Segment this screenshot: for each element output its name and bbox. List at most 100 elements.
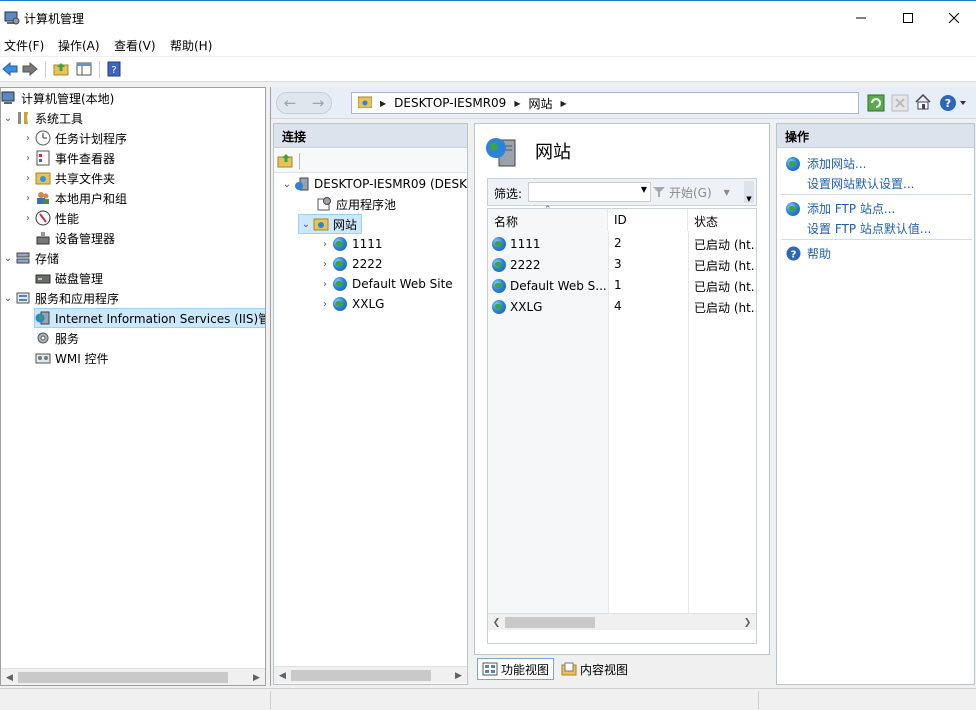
breadcrumb-arrow-icon[interactable]: ▶: [380, 99, 386, 108]
tree-storage[interactable]: ⌄ 存储: [1, 248, 59, 268]
tree-system-tools[interactable]: ⌄ 系统工具: [1, 108, 83, 128]
chevron-right-icon[interactable]: ›: [21, 133, 35, 144]
chevron-right-icon[interactable]: ›: [318, 279, 332, 290]
back-arrow-icon[interactable]: [0, 60, 20, 78]
table-row[interactable]: XXLG 4 已启动 (ht...: [488, 296, 756, 317]
tree-task-scheduler[interactable]: › 任务计划程序: [21, 128, 127, 148]
column-header-status[interactable]: 状态: [688, 209, 756, 231]
scroll-right-icon[interactable]: ▶: [450, 667, 467, 684]
filter-input[interactable]: ▼: [528, 182, 651, 202]
connections-horizontal-scrollbar[interactable]: ◀ ▶: [274, 666, 467, 683]
server-icon: [294, 176, 310, 192]
breadcrumb-machine[interactable]: DESKTOP-IESMR09: [394, 96, 506, 110]
conn-site-item[interactable]: › 2222: [318, 254, 383, 274]
chevron-right-icon[interactable]: ›: [318, 239, 332, 250]
tree-wmi[interactable]: WMI 控件: [35, 348, 109, 368]
scroll-left-icon[interactable]: ◀: [274, 667, 291, 684]
breadcrumb-arrow-icon[interactable]: ▶: [560, 99, 566, 108]
table-row[interactable]: 1111 2 已启动 (ht...: [488, 233, 756, 254]
column-header-id[interactable]: ID: [608, 209, 688, 231]
conn-label: Default Web Site: [352, 277, 453, 291]
maximize-button[interactable]: [885, 1, 931, 34]
chevron-down-icon[interactable]: ⌄: [299, 219, 313, 230]
grid-horizontal-scrollbar[interactable]: ❮ ❯: [488, 613, 756, 630]
chevron-down-icon[interactable]: ⌄: [1, 113, 15, 124]
help-action[interactable]: ? 帮助: [785, 245, 831, 262]
scroll-left-icon[interactable]: ◀: [1, 669, 18, 685]
chevron-down-icon[interactable]: ▼: [641, 185, 647, 194]
tree-performance[interactable]: › 性能: [21, 208, 79, 228]
chevron-right-icon[interactable]: ›: [318, 259, 332, 270]
conn-site-item[interactable]: › Default Web Site: [318, 274, 453, 294]
up-folder-icon[interactable]: [51, 60, 71, 78]
tree-device-manager[interactable]: 设备管理器: [35, 228, 115, 248]
connect-icon[interactable]: [277, 153, 293, 169]
site-defaults-action[interactable]: 设置网站默认设置...: [785, 175, 914, 192]
tab-features-view[interactable]: 功能视图: [477, 658, 555, 680]
table-row[interactable]: 2222 3 已启动 (ht...: [488, 254, 756, 275]
show-hide-tree-icon[interactable]: [74, 60, 94, 78]
chevron-down-icon[interactable]: ⌄: [280, 179, 294, 190]
conn-site-item[interactable]: › 1111: [318, 234, 383, 254]
scroll-right-icon[interactable]: ❯: [739, 614, 756, 631]
conn-site-item[interactable]: › XXLG: [318, 294, 384, 314]
home-icon[interactable]: [914, 93, 932, 111]
help-dropdown-icon[interactable]: ?: [939, 93, 969, 113]
minimize-button[interactable]: [838, 1, 884, 34]
tree-iis[interactable]: Internet Information Services (IIS)管: [34, 308, 266, 328]
forward-arrow-icon[interactable]: [20, 60, 40, 78]
tree-shared-folders[interactable]: › 共享文件夹: [21, 168, 115, 188]
conn-sites[interactable]: ⌄ 网站: [298, 214, 363, 234]
menu-file[interactable]: 文件(F): [4, 37, 44, 54]
table-row[interactable]: Default Web S... 1 已启动 (ht...: [488, 275, 756, 296]
breadcrumb-sites[interactable]: 网站: [528, 95, 552, 112]
close-button[interactable]: [931, 1, 976, 34]
tree-local-users[interactable]: › 本地用户和组: [21, 188, 127, 208]
svg-text:?: ?: [111, 65, 116, 76]
chevron-down-icon[interactable]: ▼: [724, 188, 730, 197]
connections-pane: 连接 ⌄ DESKTOP-IESMR09 (DESK 应用程序池 ⌄ 网站 › …: [273, 123, 468, 685]
menu-help[interactable]: 帮助(H): [170, 37, 212, 54]
refresh-icon[interactable]: [867, 94, 885, 112]
scroll-thumb[interactable]: [291, 670, 431, 681]
chevron-right-icon[interactable]: ›: [21, 173, 35, 184]
chevron-right-icon[interactable]: ›: [21, 153, 35, 164]
tree-root[interactable]: 计算机管理(本地): [1, 88, 114, 108]
menu-view[interactable]: 查看(V): [114, 37, 156, 54]
tree-services[interactable]: 服务: [35, 328, 79, 348]
chevron-down-icon[interactable]: ⌄: [1, 293, 15, 304]
chevron-down-icon[interactable]: ⌄: [1, 253, 15, 264]
tree-event-viewer[interactable]: › 事件查看器: [21, 148, 115, 168]
conn-server-node[interactable]: ⌄ DESKTOP-IESMR09 (DESK: [280, 174, 467, 194]
go-button[interactable]: 开始(G) ▼: [652, 182, 736, 202]
scroll-thumb[interactable]: [505, 617, 595, 628]
features-view-icon: [482, 662, 498, 676]
breadcrumb-arrow-icon[interactable]: ▶: [514, 99, 520, 108]
chevron-right-icon[interactable]: ›: [21, 213, 35, 224]
scroll-thumb[interactable]: [18, 672, 228, 683]
clock-icon: [35, 130, 51, 146]
scroll-right-icon[interactable]: ▶: [248, 669, 265, 685]
nav-forward-icon[interactable]: →: [307, 93, 329, 113]
chevron-right-icon[interactable]: ›: [21, 193, 35, 204]
stop-icon[interactable]: [891, 94, 909, 112]
nav-back-icon[interactable]: ←: [279, 93, 301, 113]
ftp-defaults-action[interactable]: 设置 FTP 站点默认值...: [785, 220, 931, 237]
add-site-action[interactable]: 添加网站...: [785, 155, 866, 172]
tree-label: 存储: [35, 251, 60, 266]
conn-app-pools[interactable]: 应用程序池: [316, 194, 396, 214]
address-bar[interactable]: ▶ DESKTOP-IESMR09 ▶ 网站 ▶: [351, 92, 859, 114]
chevron-right-icon[interactable]: ›: [318, 299, 332, 310]
tree-label: Internet Information Services (IIS)管: [55, 311, 266, 326]
add-ftp-action[interactable]: 添加 FTP 站点...: [785, 200, 895, 217]
help-book-icon[interactable]: ?: [104, 60, 124, 78]
tree-horizontal-scrollbar[interactable]: ◀ ▶: [1, 668, 265, 685]
tree-label: 本地用户和组: [55, 191, 128, 206]
menu-action[interactable]: 操作(A): [58, 37, 100, 54]
scroll-left-icon[interactable]: ❮: [488, 614, 505, 631]
tools-icon: [15, 110, 31, 126]
filter-expand-icon[interactable]: ▼: [744, 181, 754, 203]
tab-content-view[interactable]: 内容视图: [557, 658, 632, 680]
tree-services-apps[interactable]: ⌄ 服务和应用程序: [1, 288, 119, 308]
tree-disk-management[interactable]: 磁盘管理: [35, 268, 103, 288]
